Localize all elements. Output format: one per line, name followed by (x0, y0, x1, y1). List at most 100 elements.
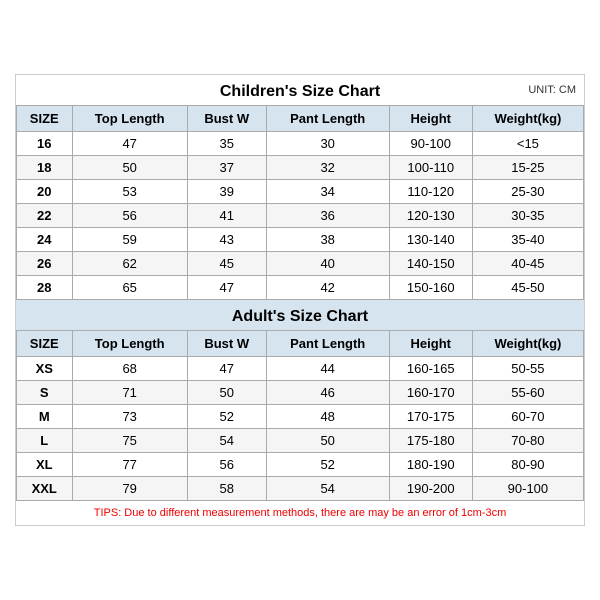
table-cell: 47 (72, 132, 187, 156)
table-cell: XS (17, 357, 73, 381)
table-cell: 65 (72, 276, 187, 300)
table-cell: 26 (17, 252, 73, 276)
table-cell: 160-165 (389, 357, 472, 381)
children-header-row: SIZE Top Length Bust W Pant Length Heigh… (17, 106, 584, 132)
table-cell: 54 (187, 429, 266, 453)
adult-col-pant-length: Pant Length (266, 331, 389, 357)
table-cell: 30 (266, 132, 389, 156)
table-row: M735248170-17560-70 (17, 405, 584, 429)
table-row: 28654742150-16045-50 (17, 276, 584, 300)
table-cell: 53 (72, 180, 187, 204)
adult-col-bust-w: Bust W (187, 331, 266, 357)
unit-label: UNIT: CM (528, 84, 576, 96)
table-cell: 75 (72, 429, 187, 453)
adult-col-height: Height (389, 331, 472, 357)
table-cell: 150-160 (389, 276, 472, 300)
table-row: 24594338130-14035-40 (17, 228, 584, 252)
table-cell: 43 (187, 228, 266, 252)
table-cell: 30-35 (472, 204, 583, 228)
table-cell: 45-50 (472, 276, 583, 300)
table-cell: 190-200 (389, 477, 472, 501)
table-cell: 180-190 (389, 453, 472, 477)
table-cell: 58 (187, 477, 266, 501)
col-pant-length: Pant Length (266, 106, 389, 132)
table-row: XXL795854190-20090-100 (17, 477, 584, 501)
table-cell: 28 (17, 276, 73, 300)
table-cell: 47 (187, 357, 266, 381)
table-cell: 77 (72, 453, 187, 477)
table-row: 18503732100-11015-25 (17, 156, 584, 180)
table-cell: 56 (187, 453, 266, 477)
table-cell: 40-45 (472, 252, 583, 276)
table-row: 26624540140-15040-45 (17, 252, 584, 276)
table-cell: 40 (266, 252, 389, 276)
table-cell: 120-130 (389, 204, 472, 228)
table-cell: 44 (266, 357, 389, 381)
table-cell: XXL (17, 477, 73, 501)
table-cell: 68 (72, 357, 187, 381)
table-row: XL775652180-19080-90 (17, 453, 584, 477)
table-cell: 24 (17, 228, 73, 252)
table-cell: 37 (187, 156, 266, 180)
table-cell: 45 (187, 252, 266, 276)
col-height: Height (389, 106, 472, 132)
table-row: 1647353090-100<15 (17, 132, 584, 156)
table-cell: 32 (266, 156, 389, 180)
table-row: S715046160-17055-60 (17, 381, 584, 405)
table-cell: 100-110 (389, 156, 472, 180)
table-cell: 39 (187, 180, 266, 204)
table-cell: 16 (17, 132, 73, 156)
table-cell: 50 (187, 381, 266, 405)
table-cell: 52 (187, 405, 266, 429)
adults-title-text: Adult's Size Chart (232, 308, 368, 325)
table-cell: 60-70 (472, 405, 583, 429)
table-cell: 59 (72, 228, 187, 252)
table-cell: 90-100 (389, 132, 472, 156)
table-row: L755450175-18070-80 (17, 429, 584, 453)
table-cell: 50 (72, 156, 187, 180)
table-cell: 35-40 (472, 228, 583, 252)
table-cell: 35 (187, 132, 266, 156)
table-cell: 62 (72, 252, 187, 276)
table-cell: 52 (266, 453, 389, 477)
adults-section-title: Adult's Size Chart (16, 300, 584, 330)
table-cell: 46 (266, 381, 389, 405)
col-top-length: Top Length (72, 106, 187, 132)
adult-col-top-length: Top Length (72, 331, 187, 357)
table-cell: 140-150 (389, 252, 472, 276)
table-cell: 130-140 (389, 228, 472, 252)
table-cell: 90-100 (472, 477, 583, 501)
table-cell: XL (17, 453, 73, 477)
table-cell: 175-180 (389, 429, 472, 453)
adult-col-size: SIZE (17, 331, 73, 357)
table-cell: 55-60 (472, 381, 583, 405)
table-cell: 42 (266, 276, 389, 300)
table-cell: 25-30 (472, 180, 583, 204)
table-cell: 54 (266, 477, 389, 501)
table-row: XS684744160-16550-55 (17, 357, 584, 381)
table-cell: 22 (17, 204, 73, 228)
table-cell: 80-90 (472, 453, 583, 477)
table-cell: 50 (266, 429, 389, 453)
table-cell: 38 (266, 228, 389, 252)
adult-col-weight: Weight(kg) (472, 331, 583, 357)
table-cell: L (17, 429, 73, 453)
table-cell: 20 (17, 180, 73, 204)
table-cell: <15 (472, 132, 583, 156)
col-weight: Weight(kg) (472, 106, 583, 132)
table-cell: 48 (266, 405, 389, 429)
table-cell: 160-170 (389, 381, 472, 405)
table-cell: 36 (266, 204, 389, 228)
adults-header-row: SIZE Top Length Bust W Pant Length Heigh… (17, 331, 584, 357)
children-title-text: Children's Size Chart (220, 83, 380, 100)
table-cell: 71 (72, 381, 187, 405)
table-cell: 110-120 (389, 180, 472, 204)
table-cell: 79 (72, 477, 187, 501)
table-cell: 70-80 (472, 429, 583, 453)
children-section-title: Children's Size Chart UNIT: CM (16, 75, 584, 105)
table-cell: 34 (266, 180, 389, 204)
table-cell: 170-175 (389, 405, 472, 429)
table-cell: 56 (72, 204, 187, 228)
table-row: 22564136120-13030-35 (17, 204, 584, 228)
table-row: 20533934110-12025-30 (17, 180, 584, 204)
